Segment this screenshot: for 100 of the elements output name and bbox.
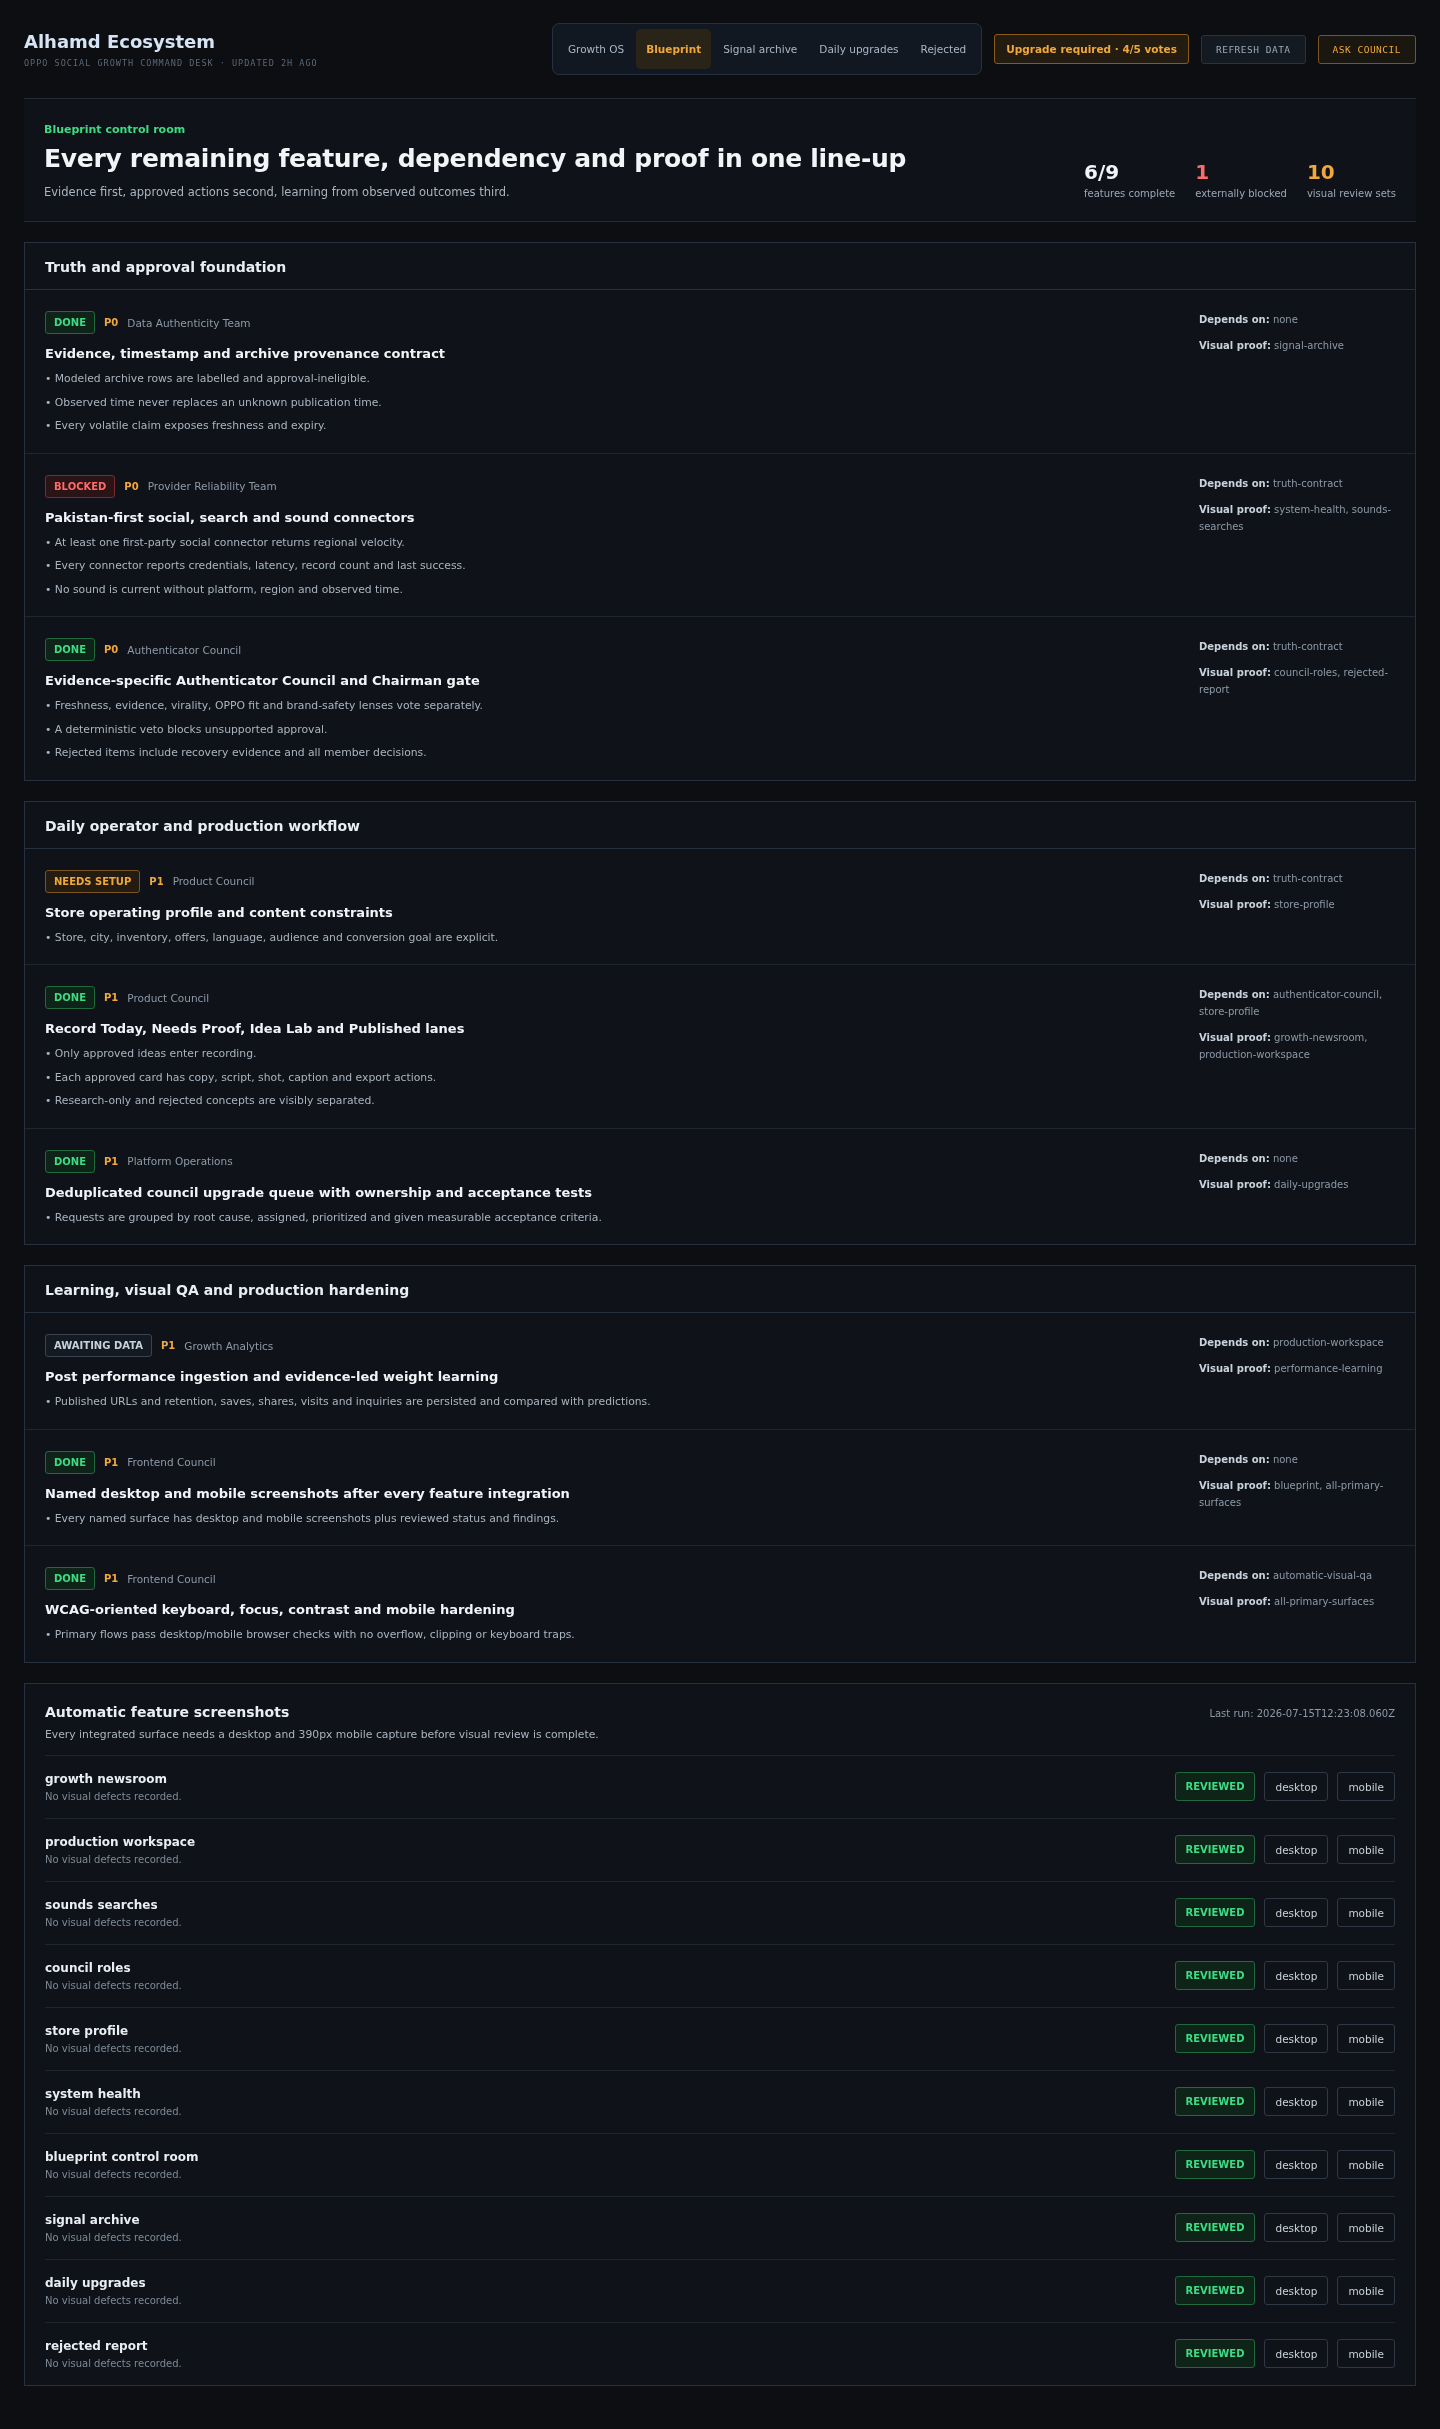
visual-proof-text: Visual proof: growth-newsroom, production-workspace (1199, 1031, 1369, 1062)
feature-bullet: • Each approved card has copy, script, shot, caption and export actions. (45, 1069, 438, 1086)
desktop-button[interactable]: desktop (1264, 2339, 1329, 2368)
refresh-button[interactable]: REFRESH DATA (1200, 34, 1306, 64)
nav-tab[interactable]: Growth OS (557, 29, 635, 69)
mobile-button[interactable]: mobile (1337, 1772, 1395, 1801)
feature-bullet: • Research-only and rejected concepts are visibly separated. (45, 1093, 376, 1109)
mobile-button[interactable]: mobile (1337, 2024, 1395, 2053)
desktop-button[interactable]: desktop (1264, 1772, 1329, 1801)
visual-proof-text: Visual proof: all-primary-surfaces (1199, 1595, 1376, 1609)
surface-name: store profile (45, 2023, 130, 2038)
feature-bullet: • Every named surface has desktop and mobile screenshots plus reviewed status and findings. (45, 1510, 561, 1527)
feature-title: Store operating profile and content constraints (45, 904, 394, 920)
feature-bullet: • Rejected items include recovery evidence and all member decisions. (45, 745, 428, 761)
stat-label: externally blocked (1195, 188, 1287, 199)
feature-bullet: • Freshness, evidence, virality, OPPO fit and brand-safety lenses vote separately. (45, 698, 484, 714)
nav-tab[interactable]: Blueprint (636, 29, 712, 69)
review-badge: REVIEWED (1174, 2087, 1256, 2116)
nav-tab[interactable]: Daily upgrades (809, 29, 909, 69)
owner-label: Data Authenticity Team (127, 316, 251, 329)
visual-proof-text: Visual proof: blueprint, all-primary-surfaces (1199, 1478, 1385, 1510)
mobile-button[interactable]: mobile (1337, 2213, 1395, 2242)
desktop-button[interactable]: desktop (1264, 2213, 1329, 2242)
priority-label: P1 (149, 875, 164, 887)
desktop-button[interactable]: desktop (1264, 2276, 1329, 2305)
feature-bullet: • Every connector reports credentials, latency, record count and last success. (45, 558, 467, 574)
nav-tab[interactable]: Signal archive (713, 29, 808, 69)
app-subtitle: OPPO SOCIAL GROWTH COMMAND DESK · UPDATED 2H AGO (24, 57, 318, 68)
review-badge: REVIEWED (1174, 2339, 1256, 2368)
hero-subtitle: Evidence first, approved actions second, learning from observed outcomes third. (44, 185, 511, 199)
desktop-button[interactable]: desktop (1264, 1835, 1329, 1864)
mobile-button[interactable]: mobile (1337, 1898, 1395, 1927)
surface-note: No visual defects recorded. (45, 1790, 182, 1802)
surface-name: production workspace (45, 1834, 196, 1849)
mobile-button[interactable]: mobile (1337, 2339, 1395, 2368)
feature-title: Evidence, timestamp and archive provenance contract (45, 346, 447, 361)
mobile-button[interactable]: mobile (1337, 2087, 1395, 2116)
status-badge: NEEDS SETUP (45, 869, 141, 893)
feature-bullet: • Only approved ideas enter recording. (45, 1046, 258, 1062)
review-badge: REVIEWED (1174, 2213, 1256, 2242)
owner-label: Growth Analytics (184, 1339, 274, 1352)
priority-label: P1 (104, 1456, 119, 1468)
status-badge: DONE (45, 1450, 95, 1474)
surface-name: rejected report (45, 2338, 149, 2353)
surface-name: blueprint control room (45, 2149, 199, 2164)
depends-on-text: Depends on: authenticator-council, store-profile (1199, 988, 1384, 1019)
owner-label: Platform Operations (127, 1155, 233, 1167)
mobile-button[interactable]: mobile (1337, 2150, 1395, 2179)
desktop-button[interactable]: desktop (1264, 2024, 1329, 2053)
feature-title: Post performance ingestion and evidence-led weight learning (45, 1369, 500, 1384)
section-title: Learning, visual QA and production hardening (25, 1266, 1415, 1313)
feature-title: WCAG-oriented keyboard, focus, contrast and mobile hardening (45, 1602, 516, 1617)
section-subtitle: Every integrated surface needs a desktop and 390px mobile capture before visual review is complete. (45, 1727, 599, 1741)
depends-on-text: Depends on: truth-contract (1199, 640, 1344, 654)
depends-on-text: Depends on: truth-contract (1199, 871, 1344, 886)
visual-proof-text: Visual proof: council-roles, rejected-report (1199, 666, 1390, 697)
visual-proof-text: Visual proof: signal-archive (1199, 339, 1345, 353)
surface-name: council roles (45, 1960, 132, 1975)
priority-label: P0 (104, 644, 119, 655)
section-title: Daily operator and production workflow (25, 801, 1415, 849)
owner-label: Frontend Council (127, 1456, 216, 1468)
mobile-button[interactable]: mobile (1337, 2276, 1395, 2305)
section-title: Automatic feature screenshots (45, 1703, 291, 1720)
feature-title: Evidence-specific Authenticator Council and Chairman gate (45, 673, 481, 688)
desktop-button[interactable]: desktop (1264, 2150, 1329, 2179)
ask-council-button[interactable]: ASK COUNCIL (1317, 34, 1416, 64)
desktop-button[interactable]: desktop (1264, 2087, 1329, 2116)
feature-bullet: • Every volatile claim exposes freshness and expiry. (45, 418, 328, 434)
mobile-button[interactable]: mobile (1337, 1835, 1395, 1864)
feature-bullet: • Observed time never replaces an unknown publication time. (45, 394, 383, 411)
review-badge: REVIEWED (1174, 2276, 1256, 2305)
surface-name: system health (45, 2086, 142, 2101)
status-badge: DONE (45, 638, 95, 661)
review-badge: REVIEWED (1174, 1961, 1256, 1990)
feature-title: Named desktop and mobile screenshots after every feature integration (45, 1485, 571, 1501)
feature-title: Pakistan-first social, search and sound connectors (45, 509, 416, 525)
surface-name: sounds searches (45, 1897, 159, 1912)
surface-note: No visual defects recorded. (45, 2042, 182, 2054)
feature-bullet: • Published URLs and retention, saves, shares, visits and inquiries are persisted and compared with predictions. (45, 1394, 652, 1410)
review-badge: REVIEWED (1174, 1772, 1256, 1801)
status-badge: DONE (45, 311, 95, 334)
depends-on-text: Depends on: none (1199, 1151, 1299, 1166)
surface-note: No visual defects recorded. (45, 2231, 182, 2243)
mobile-button[interactable]: mobile (1337, 1961, 1395, 1990)
hero-eyebrow: Blueprint control room (44, 123, 187, 136)
stat-value: 6/9 (1084, 160, 1121, 184)
desktop-button[interactable]: desktop (1264, 1961, 1329, 1990)
nav-tab[interactable]: Rejected (910, 29, 977, 69)
feature-title: Record Today, Needs Proof, Idea Lab and Published lanes (45, 1021, 466, 1036)
review-badge: REVIEWED (1174, 2024, 1256, 2053)
feature-bullet: • Requests are grouped by root cause, assigned, prioritized and given measurable acceptance criteria. (45, 1209, 603, 1226)
review-badge: REVIEWED (1174, 1835, 1256, 1864)
feature-bullet: • At least one first-party social connector returns regional velocity. (45, 534, 406, 551)
priority-label: P0 (124, 480, 139, 492)
desktop-button[interactable]: desktop (1264, 1898, 1329, 1927)
depends-on-text: Depends on: none (1199, 1452, 1299, 1467)
stat-label: features complete (1084, 188, 1176, 199)
upgrade-notice[interactable]: Upgrade required · 4/5 votes (994, 34, 1189, 64)
surface-name: signal archive (45, 2212, 141, 2227)
surface-name: growth newsroom (45, 1771, 169, 1786)
